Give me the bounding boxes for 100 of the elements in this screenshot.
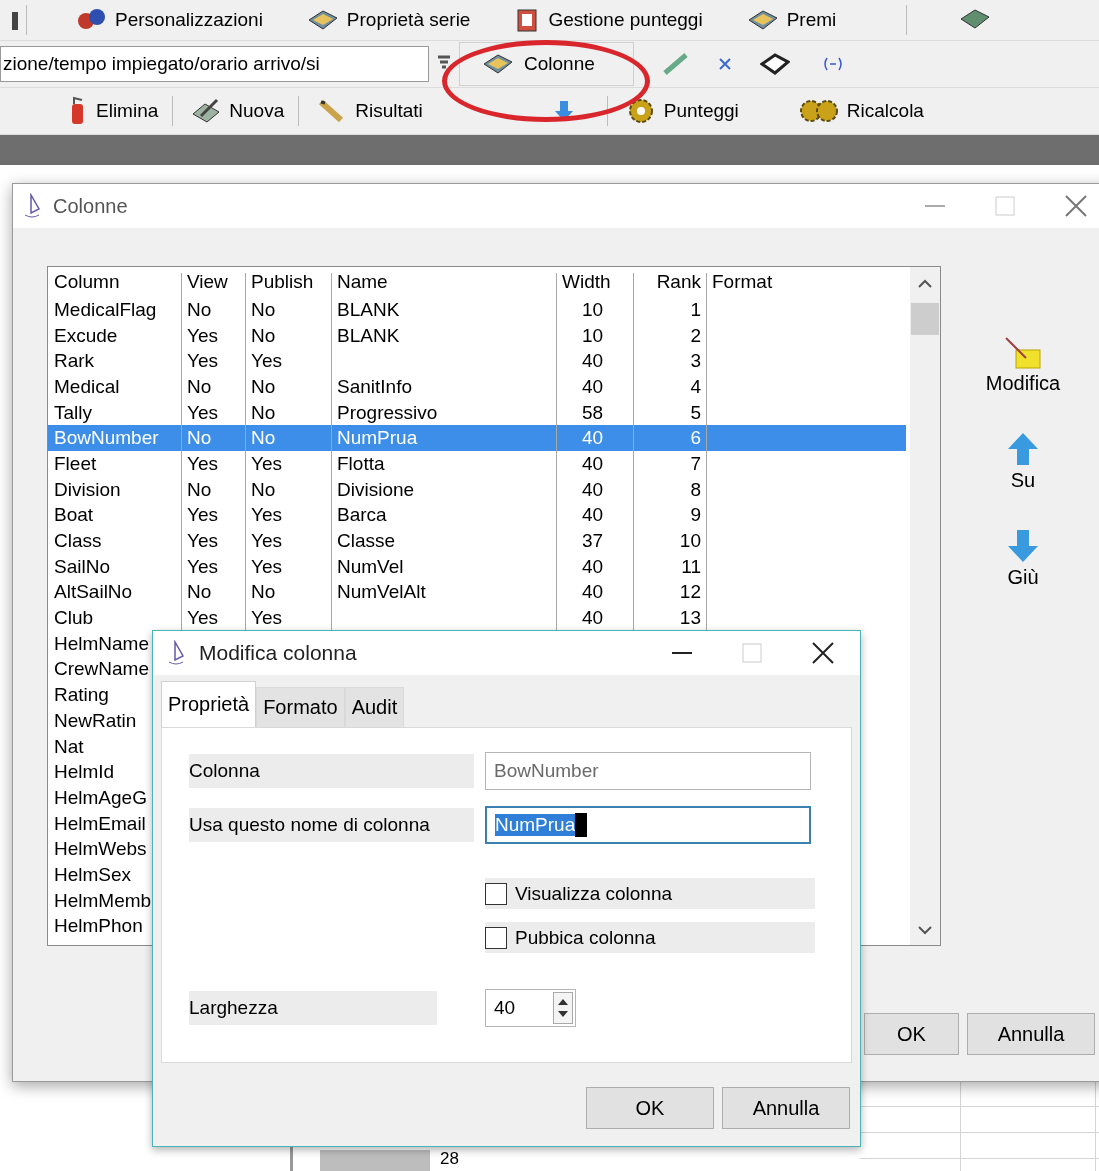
table-cell: 40 <box>581 581 604 604</box>
dialog-button[interactable]: OK <box>864 1013 959 1055</box>
number-spinner[interactable]: 40 <box>485 989 576 1027</box>
table-cell: Medical <box>54 375 120 398</box>
pencil-book-icon <box>191 98 222 124</box>
table-cell: MedicalFlag <box>54 298 157 321</box>
toolbar-button[interactable]: Personalizzazioni <box>67 7 273 33</box>
table-cell: 37 <box>581 530 604 553</box>
table-cell: Divisione <box>337 478 415 501</box>
dialog-button[interactable]: Annulla <box>722 1087 850 1129</box>
table-row[interactable]: Rark Yes Yes 40 3 <box>48 348 906 375</box>
table-row[interactable]: Excude Yes No BLANK 10 2 <box>48 322 906 349</box>
table-row[interactable]: MedicalFlag No No BLANK 10 1 <box>48 297 906 323</box>
side-button[interactable]: Modifica <box>983 334 1063 397</box>
column-header[interactable]: Name <box>337 271 388 293</box>
table-cell: 9 <box>690 504 701 527</box>
toolbar-button[interactable]: Punteggi <box>615 98 749 124</box>
toolbar-button[interactable]: Gestione punteggi <box>504 7 713 33</box>
dialog-button[interactable]: OK <box>586 1087 714 1129</box>
toolbar-button[interactable]: Premi <box>736 8 847 32</box>
gears-icon <box>798 98 839 124</box>
toolbar-button[interactable]: Risultati <box>307 98 433 124</box>
column-header[interactable]: Column <box>54 271 120 293</box>
table-cell: Yes <box>187 401 218 424</box>
table-row[interactable]: AltSailNo No No NumVelAlt 40 12 <box>48 579 906 606</box>
toolbar-button[interactable]: Nuova <box>181 98 295 124</box>
toolbar-button[interactable]: Proprietà serie <box>296 8 481 32</box>
toolbar-button[interactable]: Elimina <box>56 96 169 126</box>
table-row[interactable]: Medical No No SanitInfo 40 4 <box>48 374 906 400</box>
table-cell: Division <box>54 478 121 501</box>
minimize-icon[interactable] <box>672 651 692 655</box>
scrollbar[interactable] <box>910 267 940 945</box>
scroll-down-icon[interactable] <box>917 925 933 935</box>
table-row[interactable]: Class Yes Yes Classe 37 10 <box>48 528 906 554</box>
tab[interactable]: Proprietà <box>161 681 257 727</box>
table-cell: Excude <box>54 324 118 347</box>
table-row[interactable]: Boat Yes Yes Barca 40 9 <box>48 502 906 529</box>
column-header[interactable]: Publish <box>251 271 314 293</box>
window-title: Colonne <box>53 194 128 218</box>
table-row[interactable]: Tally Yes No Progressivo 58 5 <box>48 399 906 426</box>
table-cell: No <box>251 401 276 424</box>
tab[interactable]: Audit <box>344 687 405 727</box>
table-cell: No <box>251 427 276 450</box>
scrollbar-thumb[interactable] <box>911 303 939 335</box>
table-cell: No <box>187 375 212 398</box>
table-cell: BLANK <box>337 298 400 321</box>
input-field[interactable]: NumPrua <box>485 806 811 844</box>
table-cell: No <box>187 478 212 501</box>
brackets-icon[interactable] <box>821 56 844 72</box>
table-cell: 40 <box>581 478 604 501</box>
table-cell: HelmSex <box>54 863 132 886</box>
field-label: Usa questo nome di colonna <box>189 808 474 842</box>
table-cell: Yes <box>251 452 282 475</box>
table-row[interactable]: Fleet Yes Yes Flotta 40 7 <box>48 451 906 477</box>
table-cell: Rark <box>54 350 95 373</box>
table-row[interactable]: Club Yes Yes 40 13 <box>48 605 906 631</box>
table-cell: Tally <box>54 401 92 424</box>
table-cell: BLANK <box>337 324 400 347</box>
toolbar-button[interactable]: Ricalcola <box>788 98 934 124</box>
up-arrow-icon <box>1006 431 1040 467</box>
table-cell: 8 <box>690 478 701 501</box>
table-cell: 40 <box>581 607 604 630</box>
column-header[interactable]: Rank <box>656 271 701 293</box>
column-header[interactable]: View <box>187 271 228 293</box>
app-logo-icon <box>23 193 41 219</box>
side-button[interactable]: Giù <box>1004 526 1042 591</box>
column-header[interactable]: Width <box>562 271 611 293</box>
table-cell: NumPrua <box>337 427 418 450</box>
x-icon[interactable] <box>717 57 732 71</box>
columns-button[interactable]: Colonne <box>459 42 634 86</box>
table-cell: CrewName <box>54 658 150 681</box>
table-cell: NumVelAlt <box>337 581 426 604</box>
checkbox[interactable] <box>485 882 507 905</box>
close-icon[interactable] <box>812 642 834 664</box>
app-logo-icon <box>167 640 185 666</box>
field-label: Larghezza <box>189 991 437 1025</box>
table-cell: 40 <box>581 452 604 475</box>
table-cell: No <box>187 298 212 321</box>
table-cell: Yes <box>251 504 282 527</box>
tab[interactable]: Formato <box>256 687 345 727</box>
table-cell: Nat <box>54 735 84 758</box>
table-row[interactable]: Division No No Divisione 40 8 <box>48 476 906 503</box>
table-cell: 40 <box>581 350 604 373</box>
filter-field[interactable]: zione/tempo impiegato/orario arrivo/si <box>0 46 429 82</box>
table-cell: 40 <box>581 555 604 578</box>
table-cell: 40 <box>581 427 604 450</box>
eraser-icon[interactable] <box>759 53 790 75</box>
column-header[interactable]: Format <box>712 271 773 293</box>
table-cell: 12 <box>679 581 701 604</box>
table-cell: No <box>251 478 276 501</box>
table-row[interactable]: SailNo Yes Yes NumVel 40 11 <box>48 553 906 580</box>
table-cell: 4 <box>690 375 701 398</box>
table-cell: 10 <box>581 324 604 347</box>
checkbox[interactable] <box>485 926 507 949</box>
scroll-up-icon[interactable] <box>917 279 933 289</box>
table-cell: Yes <box>187 452 218 475</box>
side-button[interactable]: Su <box>1004 429 1042 494</box>
dialog-button[interactable]: Annulla <box>967 1013 1095 1055</box>
table-cell: 13 <box>679 607 701 630</box>
table-cell: No <box>187 427 212 450</box>
